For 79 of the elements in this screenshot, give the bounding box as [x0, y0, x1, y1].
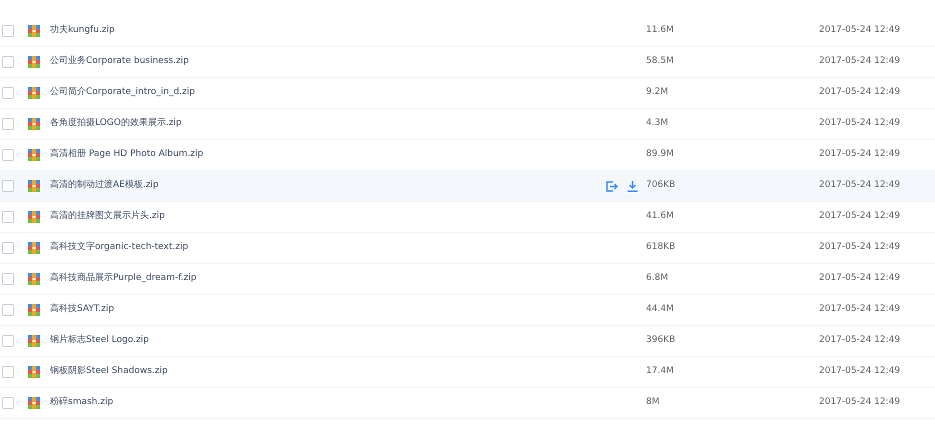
file-name[interactable]: 高清相册 Page HD Photo Album.zip: [50, 148, 590, 162]
checkbox[interactable]: [2, 242, 14, 254]
checkbox[interactable]: [2, 273, 14, 285]
file-row[interactable]: 钢片标志Steel Logo.zip 396KB 2017-05-24 12:49: [0, 326, 935, 357]
checkbox[interactable]: [2, 87, 14, 99]
file-row[interactable]: 高科技文字organic-tech-text.zip 618KB 2017-05-24 12:49: [0, 233, 935, 264]
modified-date: 2017-05-24 12:49: [819, 272, 900, 286]
file-name[interactable]: 公司业务Corporate business.zip: [50, 55, 590, 69]
file-size: 44.4M: [646, 303, 675, 316]
file-size: 706KB: [646, 179, 676, 192]
checkbox[interactable]: [2, 335, 14, 347]
checkbox[interactable]: [2, 118, 14, 130]
file-size: 618KB: [646, 241, 676, 254]
file-name[interactable]: 高清的制动过渡AE模板.zip: [50, 179, 590, 193]
file-size: 17.4M: [646, 365, 675, 378]
share-icon[interactable]: [606, 180, 618, 192]
file-row[interactable]: 公司业务Corporate business.zip 58.5M 2017-05-24 12:49: [0, 47, 935, 78]
file-name[interactable]: 粉碎smash.zip: [50, 396, 590, 410]
file-row[interactable]: 高清的挂牌图文展示片头.zip 41.6M 2017-05-24 12:49: [0, 202, 935, 233]
file-row[interactable]: 功夫kungfu.zip 11.6M 2017-05-24 12:49: [0, 16, 935, 47]
file-name[interactable]: 钢片标志Steel Logo.zip: [50, 334, 590, 348]
file-name[interactable]: 高科技商品展示Purple_dream-f.zip: [50, 272, 590, 286]
modified-date: 2017-05-24 12:49: [819, 334, 900, 348]
file-row[interactable]: 高科技商品展示Purple_dream-f.zip 6.8M 2017-05-24 12:49: [0, 264, 935, 295]
modified-date: 2017-05-24 12:49: [819, 24, 900, 38]
zip-file-icon: [28, 56, 40, 68]
modified-date: 2017-05-24 12:49: [819, 210, 900, 224]
file-name[interactable]: 高科技SAYT.zip: [50, 303, 590, 317]
checkbox[interactable]: [2, 25, 14, 37]
file-size: 6.8M: [646, 272, 670, 286]
file-name[interactable]: 各角度拍摄LOGO的效果展示.zip: [50, 117, 590, 131]
modified-date: 2017-05-24 12:49: [819, 396, 900, 410]
file-row[interactable]: 公司简介Corporate_intro_in_d.zip 9.2M 2017-05-24 12:49: [0, 78, 935, 109]
modified-date: 2017-05-24 12:49: [819, 303, 900, 316]
file-name[interactable]: 高清的挂牌图文展示片头.zip: [50, 210, 590, 224]
modified-date: 2017-05-24 12:49: [819, 117, 900, 130]
checkbox[interactable]: [2, 56, 14, 68]
file-row[interactable]: 各角度拍摄LOGO的效果展示.zip 4.3M 2017-05-24 12:49: [0, 109, 935, 140]
checkbox[interactable]: [2, 304, 14, 316]
checkbox[interactable]: [2, 397, 14, 409]
modified-date: 2017-05-24 12:49: [819, 179, 900, 192]
zip-file-icon: [28, 149, 40, 161]
zip-file-icon: [28, 304, 40, 316]
download-icon[interactable]: [627, 180, 638, 192]
modified-date: 2017-05-24 12:49: [819, 148, 900, 162]
zip-file-icon: [28, 87, 40, 99]
file-size: 41.6M: [646, 210, 675, 224]
file-row[interactable]: 钢板阴影Steel Shadows.zip 17.4M 2017-05-24 12:49: [0, 357, 935, 388]
modified-date: 2017-05-24 12:49: [819, 365, 900, 378]
checkbox[interactable]: [2, 180, 14, 192]
modified-date: 2017-05-24 12:49: [819, 86, 900, 100]
file-size: 8M: [646, 396, 660, 410]
zip-file-icon: [28, 118, 40, 130]
modified-date: 2017-05-24 12:49: [819, 55, 900, 68]
zip-file-icon: [28, 242, 40, 254]
zip-file-icon: [28, 397, 40, 409]
file-name[interactable]: 功夫kungfu.zip: [50, 24, 590, 38]
file-row[interactable]: 高科技SAYT.zip 44.4M 2017-05-24 12:49: [0, 295, 935, 326]
zip-file-icon: [28, 180, 40, 192]
file-size: 4.3M: [646, 117, 670, 130]
file-size: 58.5M: [646, 55, 675, 68]
file-name[interactable]: 钢板阴影Steel Shadows.zip: [50, 365, 590, 379]
file-size: 89.9M: [646, 148, 675, 162]
modified-date: 2017-05-24 12:49: [819, 241, 900, 254]
zip-file-icon: [28, 211, 40, 223]
file-size: 396KB: [646, 334, 676, 348]
checkbox[interactable]: [2, 366, 14, 378]
file-name[interactable]: 高科技文字organic-tech-text.zip: [50, 241, 590, 255]
file-size: 11.6M: [646, 24, 675, 38]
file-name[interactable]: 公司简介Corporate_intro_in_d.zip: [50, 86, 590, 100]
zip-file-icon: [28, 273, 40, 285]
file-size: 9.2M: [646, 86, 670, 100]
zip-file-icon: [28, 25, 40, 37]
file-row[interactable]: 粉碎smash.zip 8M 2017-05-24 12:49: [0, 388, 935, 419]
zip-file-icon: [28, 366, 40, 378]
checkbox[interactable]: [2, 149, 14, 161]
zip-file-icon: [28, 335, 40, 347]
checkbox[interactable]: [2, 211, 14, 223]
file-row[interactable]: 高清的制动过渡AE模板.zip 706KB 2017-05-24 12:49: [0, 171, 935, 202]
